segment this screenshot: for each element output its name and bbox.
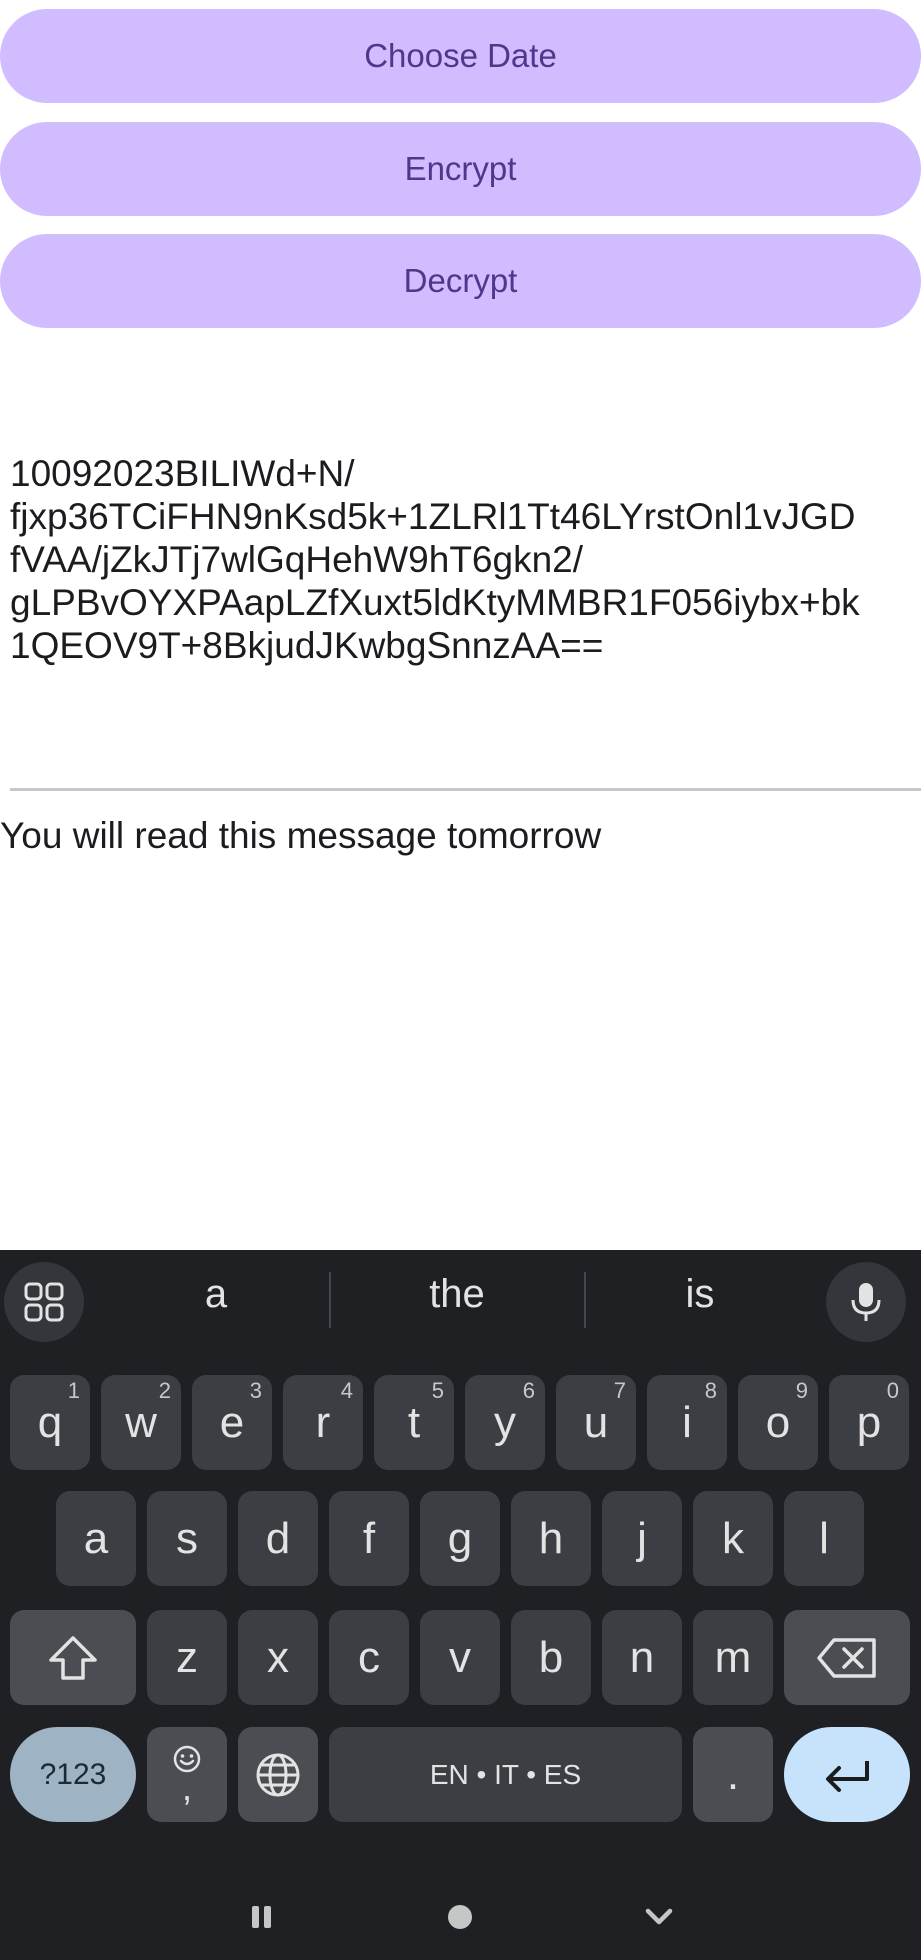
key-label: o: [765, 1397, 791, 1447]
key-p[interactable]: p0: [829, 1375, 909, 1470]
key-h[interactable]: h: [511, 1491, 591, 1586]
key-label: u: [583, 1397, 609, 1447]
decrypt-button[interactable]: Decrypt: [0, 234, 921, 328]
key-v[interactable]: v: [420, 1610, 500, 1705]
ciphertext-line: gLPBvOYXPAapLZfXuxt5ldKtyMMBR1F056iybx+b…: [10, 582, 860, 623]
key-label: r: [315, 1397, 331, 1447]
comma-label: ,: [181, 1766, 192, 1808]
message-input[interactable]: You will read this message tomorrow: [0, 815, 601, 857]
key-label: i: [682, 1397, 692, 1447]
key-f[interactable]: f: [329, 1491, 409, 1586]
key-hint: 8: [704, 1378, 717, 1403]
shift-key[interactable]: [10, 1610, 136, 1705]
key-i[interactable]: i8: [647, 1375, 727, 1470]
ciphertext-output: 10092023BILIWd+N/fjxp36TCiFHN9nKsd5k+1ZL…: [10, 452, 921, 667]
ciphertext-line: 1QEOV9T+8BkjudJKwbgSnnzAA==: [10, 625, 604, 666]
backspace-key[interactable]: [784, 1610, 910, 1705]
period-key[interactable]: .: [693, 1727, 773, 1822]
key-hint: 7: [613, 1378, 626, 1403]
key-hint: 0: [886, 1378, 899, 1403]
key-hint: 4: [340, 1378, 353, 1403]
choose-date-button[interactable]: Choose Date: [0, 9, 921, 103]
key-d[interactable]: d: [238, 1491, 318, 1586]
key-l[interactable]: l: [784, 1491, 864, 1586]
space-bar[interactable]: EN • IT • ES: [329, 1727, 682, 1822]
suggestion-1[interactable]: a: [166, 1272, 266, 1317]
key-o[interactable]: o9: [738, 1375, 818, 1470]
enter-icon: [826, 1760, 869, 1792]
key-e[interactable]: e3: [192, 1375, 272, 1470]
key-c[interactable]: c: [329, 1610, 409, 1705]
suggestion-divider: [329, 1272, 331, 1328]
symbols-key[interactable]: ?123: [10, 1727, 136, 1822]
recents-icon[interactable]: [247, 1902, 277, 1932]
suggestion-strip: a the is: [0, 1250, 921, 1355]
key-q[interactable]: q1: [10, 1375, 90, 1470]
suggestion-divider: [584, 1272, 586, 1328]
shift-icon: [49, 1635, 97, 1680]
suggestion-3[interactable]: is: [650, 1272, 750, 1317]
key-m[interactable]: m: [693, 1610, 773, 1705]
key-label: q: [37, 1397, 63, 1447]
encrypt-button[interactable]: Encrypt: [0, 122, 921, 216]
key-label: p: [856, 1397, 882, 1447]
key-b[interactable]: b: [511, 1610, 591, 1705]
key-t[interactable]: t5: [374, 1375, 454, 1470]
key-x[interactable]: x: [238, 1610, 318, 1705]
microphone-icon[interactable]: [826, 1262, 906, 1342]
key-hint: 1: [67, 1378, 80, 1403]
key-u[interactable]: u7: [556, 1375, 636, 1470]
key-hint: 6: [522, 1378, 535, 1403]
key-a[interactable]: a: [56, 1491, 136, 1586]
suggestion-2[interactable]: the: [407, 1272, 507, 1317]
globe-icon: [256, 1753, 300, 1796]
key-j[interactable]: j: [602, 1491, 682, 1586]
key-hint: 9: [795, 1378, 808, 1403]
key-z[interactable]: z: [147, 1610, 227, 1705]
key-hint: 3: [249, 1378, 262, 1403]
app-screen: Choose Date Encrypt Decrypt 10092023BILI…: [0, 0, 921, 1960]
backspace-icon: [817, 1637, 876, 1678]
ciphertext-line: 10092023BILIWd+N/: [10, 453, 355, 494]
soft-keyboard: a the is q1 w2 e3 r4 t5 y6 u7 i8 o9 p0 a…: [0, 1250, 921, 1960]
key-label: y: [494, 1397, 516, 1447]
key-hint: 5: [431, 1378, 444, 1403]
key-k[interactable]: k: [693, 1491, 773, 1586]
enter-key[interactable]: [784, 1727, 910, 1822]
key-hint: 2: [158, 1378, 171, 1403]
key-w[interactable]: w2: [101, 1375, 181, 1470]
home-icon[interactable]: [445, 1902, 475, 1932]
key-label: t: [407, 1397, 421, 1447]
key-n[interactable]: n: [602, 1610, 682, 1705]
language-key[interactable]: [238, 1727, 318, 1822]
input-underline: [10, 788, 921, 791]
ciphertext-line: fjxp36TCiFHN9nKsd5k+1ZLRl1Tt46LYrstOnl1v…: [10, 496, 856, 537]
ciphertext-line: fVAA/jZkJTj7wlGqHehW9hT6gkn2/: [10, 539, 584, 580]
key-y[interactable]: y6: [465, 1375, 545, 1470]
key-label: e: [219, 1397, 245, 1447]
key-r[interactable]: r4: [283, 1375, 363, 1470]
hide-keyboard-icon[interactable]: [643, 1902, 675, 1932]
grid-icon[interactable]: [4, 1262, 84, 1342]
navigation-bar: [0, 1890, 921, 1960]
key-s[interactable]: s: [147, 1491, 227, 1586]
key-label: w: [125, 1397, 157, 1447]
emoji-comma-key[interactable]: ,: [147, 1727, 227, 1822]
key-g[interactable]: g: [420, 1491, 500, 1586]
